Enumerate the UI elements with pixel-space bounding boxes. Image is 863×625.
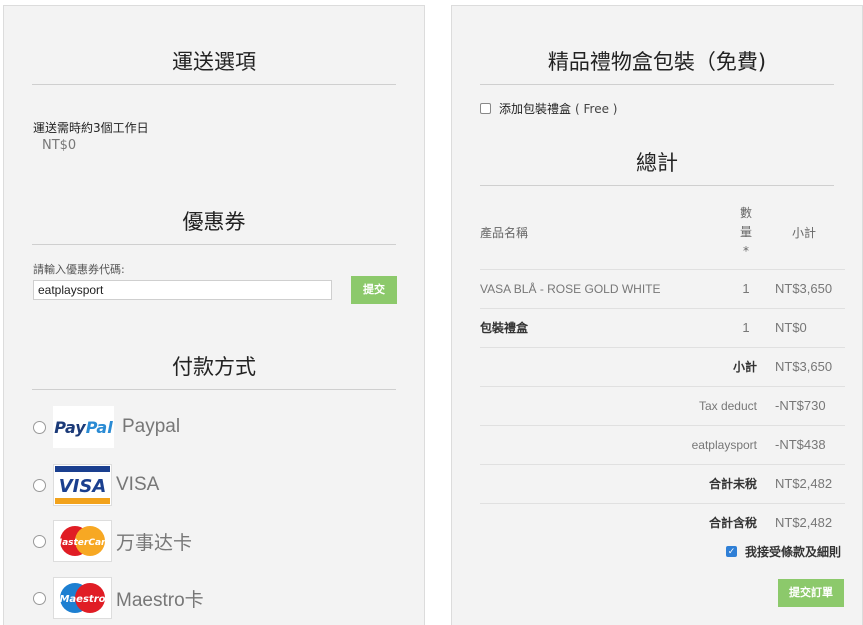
totals-value: -NT$730 (763, 386, 845, 426)
coupon-input[interactable] (33, 280, 332, 300)
table-header-row: 產品名稱 數量 * 小計 (480, 197, 845, 270)
coupon-submit-button[interactable]: 提交 (351, 276, 397, 304)
giftbox-title: 精品禮物盒包裝（免費) (480, 46, 834, 85)
giftbox-checkbox[interactable] (480, 103, 491, 114)
payment-option-paypal[interactable]: PayPal Paypal (33, 406, 180, 448)
paypal-logo-icon: PayPal (53, 406, 114, 448)
item-subtotal: NT$3,650 (763, 269, 845, 309)
giftbox-option-note: ( Free ) (575, 101, 618, 116)
item-qty: 1 (729, 308, 763, 348)
svg-text:VISA: VISA (59, 476, 107, 497)
svg-text:Maestro: Maestro (59, 594, 105, 605)
maestro-logo-icon: Maestro (53, 577, 112, 619)
item-name: VASA BLÅ - ROSE GOLD WHITE (480, 269, 729, 309)
giftbox-option-label: 添加包裝禮盒 (499, 102, 572, 116)
totals-value: NT$3,650 (763, 347, 845, 387)
mastercard-logo-icon: MasterCard (53, 520, 112, 562)
terms-checkbox[interactable]: ✓ (726, 546, 737, 557)
shipping-description: 運送需時約3個工作日 (33, 121, 149, 135)
payment-option-visa[interactable]: VISA VISA (33, 464, 159, 506)
checkout-right-panel: 精品禮物盒包裝（免費) 添加包裝禮盒 ( Free ) 總計 產品名稱 數量 * … (451, 5, 863, 625)
paypal-radio[interactable] (33, 420, 46, 434)
shipping-title: 運送選項 (32, 46, 396, 85)
terms-option[interactable]: ✓ 我接受條款及細則 (726, 543, 841, 560)
totals-label: eatplaysport (480, 425, 763, 465)
item-name: 包裝禮盒 (480, 308, 729, 348)
terms-label: 我接受條款及細則 (745, 545, 842, 559)
payment-option-maestro[interactable]: Maestro Maestro卡 (33, 577, 204, 619)
totals-row-subtotal: 小計 NT$3,650 (480, 347, 845, 387)
totals-value: NT$2,482 (775, 515, 833, 531)
payment-option-mastercard[interactable]: MasterCard 万事达卡 (33, 520, 192, 562)
totals-label: 合計含稅 (708, 516, 757, 531)
totals-row-total-incl-tax: 合計含稅 NT$2,482 (480, 503, 845, 542)
table-row: VASA BLÅ - ROSE GOLD WHITE 1 NT$3,650 (480, 269, 845, 309)
mastercard-radio[interactable] (33, 534, 46, 548)
totals-row-total-excl-tax: 合計未稅 NT$2,482 (480, 464, 845, 504)
totals-row-coupon: eatplaysport -NT$438 (480, 425, 845, 465)
visa-radio[interactable] (33, 478, 46, 492)
item-subtotal: NT$0 (763, 308, 845, 348)
maestro-radio[interactable] (33, 591, 46, 605)
item-qty: 1 (729, 269, 763, 309)
payment-label-visa: VISA (116, 474, 160, 495)
summary-title: 總計 (480, 147, 834, 186)
totals-row-tax-deduct: Tax deduct -NT$730 (480, 386, 845, 426)
header-quantity: 數量 * (729, 197, 763, 270)
totals-value: NT$2,482 (763, 464, 845, 504)
payment-label-paypal: Paypal (122, 416, 181, 437)
totals-label: 小計 (480, 347, 763, 387)
header-product-name: 產品名稱 (480, 197, 729, 270)
place-order-button[interactable]: 提交訂單 (778, 579, 844, 607)
header-subtotal: 小計 (763, 197, 845, 270)
giftbox-option[interactable]: 添加包裝禮盒 ( Free ) (480, 100, 617, 117)
payment-label-mastercard: 万事达卡 (116, 532, 193, 554)
shipping-price: NT$0 (42, 138, 77, 153)
checkout-left-panel: 運送選項 運送需時約3個工作日 NT$0 優惠券 請輸入優惠券代碼: 提交 付款… (3, 5, 425, 625)
visa-logo-icon: VISA (53, 464, 112, 506)
totals-value: -NT$438 (763, 425, 845, 465)
order-summary-table: 產品名稱 數量 * 小計 VASA BLÅ - ROSE GOLD WHITE 1… (480, 197, 845, 542)
payment-label-maestro: Maestro卡 (116, 589, 204, 611)
totals-label: Tax deduct (480, 386, 763, 426)
table-row: 包裝禮盒 1 NT$0 (480, 308, 845, 348)
coupon-title: 優惠券 (32, 206, 396, 245)
totals-label: 合計未稅 (480, 464, 763, 504)
header-quantity-text: 數量 * (739, 206, 752, 259)
coupon-label: 請輸入優惠券代碼: (33, 263, 125, 276)
svg-text:MasterCard: MasterCard (55, 538, 110, 548)
payment-title: 付款方式 (32, 351, 396, 390)
